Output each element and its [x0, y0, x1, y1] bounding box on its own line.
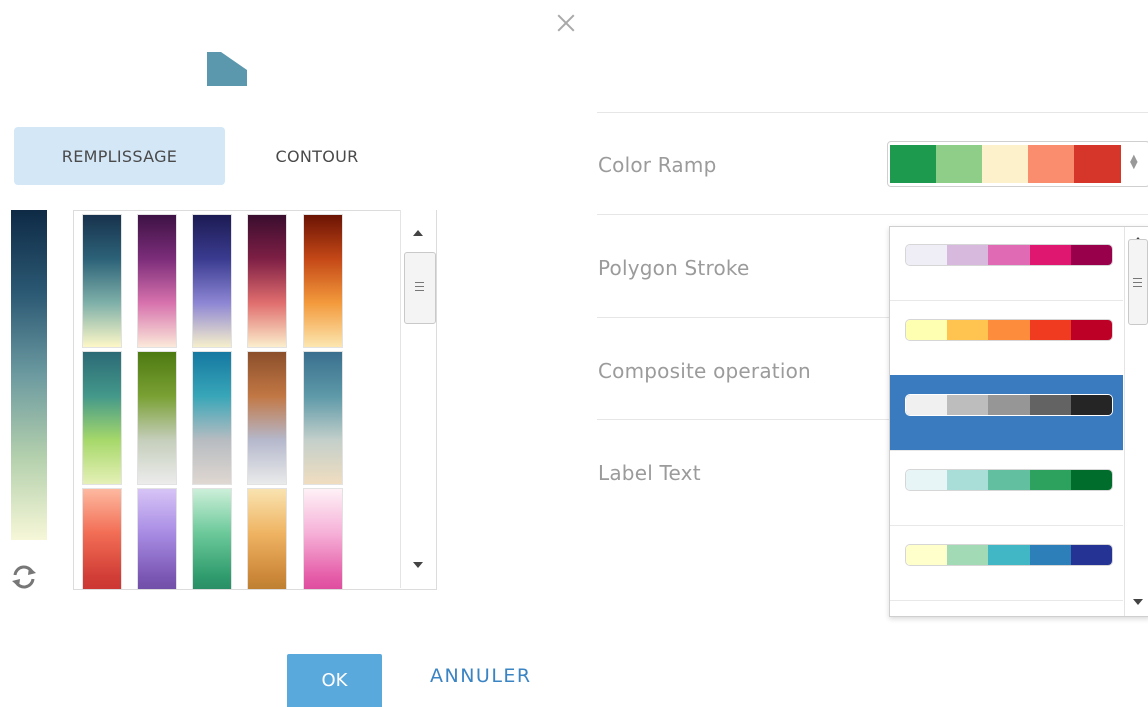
ramp-swatch[interactable]: [303, 488, 343, 589]
ramp-swatch[interactable]: [137, 351, 177, 485]
scroll-thumb[interactable]: [404, 252, 436, 324]
fill-preview-shape: [207, 52, 247, 86]
divider: [597, 112, 1148, 113]
label-polygon-stroke: Polygon Stroke: [598, 256, 750, 280]
preview-polygon: [207, 52, 247, 86]
ramp-segment: [890, 145, 937, 183]
divider: [597, 214, 1148, 215]
ramp-bar: [905, 319, 1113, 341]
ramp-segment: [1028, 145, 1075, 183]
label-color-ramp: Color Ramp: [598, 153, 717, 177]
color-ramp-option[interactable]: [890, 450, 1123, 526]
tab-contour[interactable]: CONTOUR: [232, 127, 402, 185]
scroll-thumb[interactable]: [1128, 239, 1148, 325]
ramp-swatch[interactable]: [82, 351, 122, 485]
scroll-down-icon[interactable]: [1133, 599, 1143, 605]
color-ramp-option[interactable]: [890, 375, 1123, 451]
color-ramp-dropdown: [889, 226, 1148, 617]
ramp-swatch[interactable]: [192, 214, 232, 348]
ramp-swatch[interactable]: [82, 488, 122, 589]
ramp-segment: [982, 145, 1029, 183]
tab-remplissage[interactable]: REMPLISSAGE: [14, 127, 225, 185]
current-color-ramp: [11, 210, 47, 540]
ramp-swatch[interactable]: [137, 488, 177, 589]
scroll-down-icon[interactable]: [413, 562, 423, 568]
ramp-swatch[interactable]: [82, 214, 122, 348]
ramp-swatch[interactable]: [303, 214, 343, 348]
ramp-swatch[interactable]: [247, 351, 287, 485]
label-composite-operation: Composite operation: [598, 359, 811, 383]
dropdown-scrollbar[interactable]: [1124, 227, 1148, 616]
scroll-up-icon[interactable]: [413, 230, 423, 236]
ramp-segment: [936, 145, 983, 183]
ramp-segment: [1074, 145, 1121, 183]
label-label-text: Label Text: [598, 461, 701, 485]
ramp-bar: [905, 394, 1113, 416]
ramp-grid: [73, 210, 437, 590]
ramp-swatch[interactable]: [247, 488, 287, 589]
ramp-swatch[interactable]: [247, 214, 287, 348]
ok-button[interactable]: OK: [287, 654, 382, 707]
ramp-bar: [905, 244, 1113, 266]
color-ramp-option[interactable]: [890, 600, 1123, 616]
ramp-swatch[interactable]: [137, 214, 177, 348]
select-arrows-icon[interactable]: ▲ ▼: [1130, 154, 1138, 171]
color-ramp-select[interactable]: [887, 141, 1148, 187]
color-ramp-option[interactable]: [890, 300, 1123, 376]
cancel-button[interactable]: ANNULER: [430, 665, 532, 687]
ramp-swatch[interactable]: [303, 351, 343, 485]
ramp-bar: [905, 469, 1113, 491]
refresh-icon[interactable]: [9, 562, 39, 592]
ramp-grid-scrollbar[interactable]: [400, 210, 436, 588]
ramp-bar: [905, 544, 1113, 566]
ramp-swatch[interactable]: [192, 351, 232, 485]
color-ramp-option[interactable]: [890, 525, 1123, 601]
close-icon[interactable]: [555, 12, 577, 34]
ramp-swatch[interactable]: [192, 488, 232, 589]
color-ramp-option[interactable]: [890, 227, 1123, 301]
